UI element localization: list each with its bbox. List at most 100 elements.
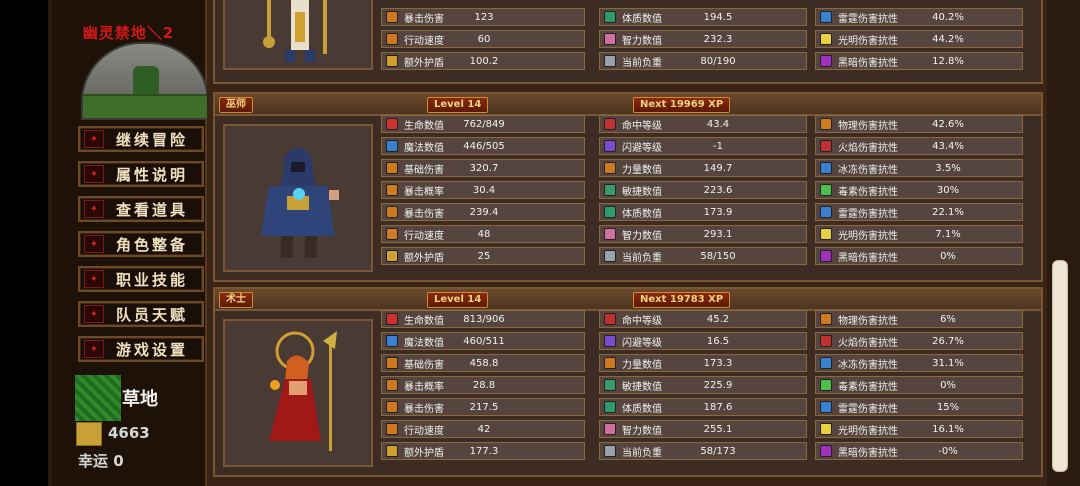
stat-row[interactable]: 火焰伤害抗性 43.4% xyxy=(815,137,1023,155)
stat-row[interactable]: 当前负重 58/150 xyxy=(599,247,807,265)
stat-row[interactable]: 力量数值 149.7 xyxy=(599,159,807,177)
stat-value: 239.4 xyxy=(469,206,499,218)
stat-row[interactable]: 魔法数值 446/505 xyxy=(381,137,585,155)
stat-value: 123 xyxy=(474,11,494,23)
location-emblem xyxy=(81,42,209,120)
stat-row[interactable]: 行动速度 42 xyxy=(381,420,585,438)
stat-row[interactable]: 暴击伤害 217.5 xyxy=(381,398,585,416)
stat-row[interactable]: 黑暗伤害抗性 0% xyxy=(815,247,1023,265)
stat-row[interactable]: 命中等级 43.4 xyxy=(599,115,807,133)
stat-value: 232.3 xyxy=(703,33,733,45)
stat-row[interactable]: 敏捷数值 225.9 xyxy=(599,376,807,394)
stat-row[interactable]: 当前负重 80/190 xyxy=(599,52,807,70)
party-stats-panel[interactable]: 巫师 Level 14 Next 19969 XP 术士 Level 14 Ne… xyxy=(207,0,1047,486)
stat-row[interactable]: 体质数值 194.5 xyxy=(599,8,807,26)
menu-continue-adventure-button[interactable]: ✦ 继续冒险 xyxy=(78,126,204,152)
stat-row[interactable]: 命中等级 45.2 xyxy=(599,310,807,328)
stat-row[interactable]: 敏捷数值 223.6 xyxy=(599,181,807,199)
stat-value: 173.9 xyxy=(703,206,733,218)
stat-icon xyxy=(820,335,832,347)
stat-value: 320.7 xyxy=(469,162,499,174)
stat-row[interactable]: 暴击概率 28.8 xyxy=(381,376,585,394)
menu-skills-button[interactable]: ✦ 职业技能 xyxy=(78,266,204,292)
stat-label: 火焰伤害抗性 xyxy=(838,337,898,349)
stat-value: 255.1 xyxy=(703,423,733,435)
stat-value: 12.8% xyxy=(932,55,964,67)
stat-row[interactable]: 体质数值 173.9 xyxy=(599,203,807,221)
stat-icon xyxy=(386,11,398,23)
stat-icon xyxy=(386,379,398,391)
stat-row[interactable]: 基础伤害 320.7 xyxy=(381,159,585,177)
stat-row[interactable]: 额外护盾 25 xyxy=(381,247,585,265)
stat-icon xyxy=(820,250,832,262)
stat-row[interactable]: 毒素伤害抗性 30% xyxy=(815,181,1023,199)
menu-items-button[interactable]: ✦ 查看道具 xyxy=(78,196,204,222)
stat-row[interactable]: 生命数值 813/906 xyxy=(381,310,585,328)
stat-icon xyxy=(604,423,616,435)
menu-label: 查看道具 xyxy=(116,200,189,219)
stat-row[interactable]: 额外护盾 177.3 xyxy=(381,442,585,460)
stat-row[interactable]: 毒素伤害抗性 0% xyxy=(815,376,1023,394)
stat-row[interactable]: 冰冻伤害抗性 31.1% xyxy=(815,354,1023,372)
stat-icon xyxy=(386,206,398,218)
stat-row[interactable]: 光明伤害抗性 16.1% xyxy=(815,420,1023,438)
stat-value: 187.6 xyxy=(703,401,733,413)
stat-icon xyxy=(820,162,832,174)
stat-icon xyxy=(386,357,398,369)
stat-row[interactable]: 雷霆伤害抗性 15% xyxy=(815,398,1023,416)
stat-row[interactable]: 光明伤害抗性 44.2% xyxy=(815,30,1023,48)
stat-value: 42.6% xyxy=(932,118,964,130)
stat-row[interactable]: 体质数值 187.6 xyxy=(599,398,807,416)
stat-row[interactable]: 智力数值 255.1 xyxy=(599,420,807,438)
menu-settings-button[interactable]: ✦ 游戏设置 xyxy=(78,336,204,362)
stat-row[interactable]: 物理伤害抗性 42.6% xyxy=(815,115,1023,133)
stat-row[interactable]: 行动速度 48 xyxy=(381,225,585,243)
stat-row[interactable]: 魔法数值 460/511 xyxy=(381,332,585,350)
menu-equip-button[interactable]: ✦ 角色整备 xyxy=(78,231,204,257)
stat-value: 6% xyxy=(940,313,956,325)
stat-label: 火焰伤害抗性 xyxy=(838,142,898,154)
stat-row[interactable]: 当前负重 58/173 xyxy=(599,442,807,460)
stat-row[interactable]: 雷霆伤害抗性 40.2% xyxy=(815,8,1023,26)
stat-row[interactable]: 火焰伤害抗性 26.7% xyxy=(815,332,1023,350)
stat-label: 雷霆伤害抗性 xyxy=(838,208,898,220)
stat-row[interactable]: 基础伤害 458.8 xyxy=(381,354,585,372)
stat-value: -1 xyxy=(713,140,723,152)
stat-icon xyxy=(386,140,398,152)
stat-value: 460/511 xyxy=(463,335,505,347)
scrollbar[interactable] xyxy=(1052,260,1068,472)
stat-row[interactable]: 智力数值 232.3 xyxy=(599,30,807,48)
stat-label: 物理伤害抗性 xyxy=(838,315,898,327)
stat-row[interactable]: 闪避等级 -1 xyxy=(599,137,807,155)
stat-label: 雷霆伤害抗性 xyxy=(838,403,898,415)
stat-row[interactable]: 黑暗伤害抗性 -0% xyxy=(815,442,1023,460)
stat-label: 光明伤害抗性 xyxy=(838,425,898,437)
stat-row[interactable]: 暴击伤害 239.4 xyxy=(381,203,585,221)
stat-value: 177.3 xyxy=(469,445,499,457)
stat-row[interactable]: 闪避等级 16.5 xyxy=(599,332,807,350)
stat-icon xyxy=(820,401,832,413)
stat-icon xyxy=(820,445,832,457)
terrain-grass-icon xyxy=(75,375,121,421)
stat-row[interactable]: 暴击伤害 123 xyxy=(381,8,585,26)
stat-row[interactable]: 生命数值 762/849 xyxy=(381,115,585,133)
stat-row[interactable]: 光明伤害抗性 7.1% xyxy=(815,225,1023,243)
paladin-sprite xyxy=(263,0,327,62)
stat-row[interactable]: 冰冻伤害抗性 3.5% xyxy=(815,159,1023,177)
stat-row[interactable]: 暴击概率 30.4 xyxy=(381,181,585,199)
stat-icon xyxy=(820,118,832,130)
stat-row[interactable]: 黑暗伤害抗性 12.8% xyxy=(815,52,1023,70)
stat-row[interactable]: 行动速度 60 xyxy=(381,30,585,48)
stat-row[interactable]: 额外护盾 100.2 xyxy=(381,52,585,70)
menu-label: 职业技能 xyxy=(116,270,189,289)
stat-row[interactable]: 力量数值 173.3 xyxy=(599,354,807,372)
stat-label: 黑暗伤害抗性 xyxy=(838,447,898,459)
stat-row[interactable]: 智力数值 293.1 xyxy=(599,225,807,243)
character-portrait xyxy=(223,124,373,272)
stat-icon xyxy=(386,423,398,435)
menu-talent-button[interactable]: ✦ 队员天赋 xyxy=(78,301,204,327)
stat-row[interactable]: 物理伤害抗性 6% xyxy=(815,310,1023,328)
menu-attributes-button[interactable]: ✦ 属性说明 xyxy=(78,161,204,187)
stat-value: 762/849 xyxy=(463,118,505,130)
stat-row[interactable]: 雷霆伤害抗性 22.1% xyxy=(815,203,1023,221)
